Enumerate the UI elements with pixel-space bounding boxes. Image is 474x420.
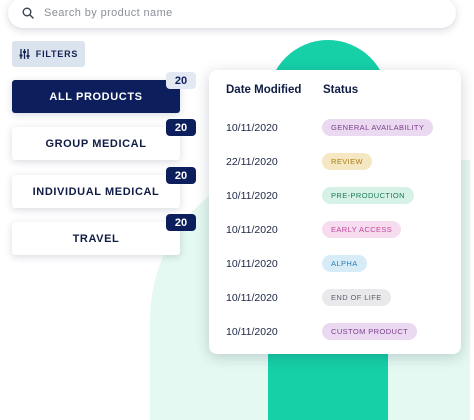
table-row[interactable]: 10/11/2020 CUSTOM PRODUCT xyxy=(209,323,461,343)
search-icon xyxy=(22,7,34,19)
status-badge: ALPHA xyxy=(322,255,367,272)
status-badge: EARLY ACCESS xyxy=(322,221,402,238)
date-modified-cell: 10/11/2020 xyxy=(226,224,278,236)
category-group-medical[interactable]: GROUP MEDICAL xyxy=(12,127,180,160)
category-label: GROUP MEDICAL xyxy=(45,137,147,150)
filters-button[interactable]: FILTERS xyxy=(12,41,85,67)
date-modified-cell: 10/11/2020 xyxy=(226,122,278,134)
date-modified-cell: 10/11/2020 xyxy=(226,190,278,202)
date-modified-cell: 22/11/2020 xyxy=(226,156,278,168)
category-label: INDIVIDUAL MEDICAL xyxy=(32,185,160,198)
category-label: TRAVEL xyxy=(72,232,120,245)
table-row[interactable]: 22/11/2020 REVIEW xyxy=(209,153,461,173)
category-all-products[interactable]: ALL PRODUCTS xyxy=(12,80,180,113)
status-badge: REVIEW xyxy=(322,153,372,170)
sliders-icon xyxy=(19,49,30,59)
category-travel[interactable]: TRAVEL xyxy=(12,222,180,255)
column-header-date-modified[interactable]: Date Modified xyxy=(226,84,301,96)
category-count-badge: 20 xyxy=(166,72,196,89)
table-row[interactable]: 10/11/2020 ALPHA xyxy=(209,255,461,275)
date-modified-cell: 10/11/2020 xyxy=(226,258,278,270)
column-header-status[interactable]: Status xyxy=(323,84,358,96)
products-table: Date Modified Status 10/11/2020 GENERAL … xyxy=(209,70,461,354)
table-row[interactable]: 10/11/2020 EARLY ACCESS xyxy=(209,221,461,241)
category-label: ALL PRODUCTS xyxy=(49,90,143,103)
category-count-badge: 20 xyxy=(166,214,196,231)
category-count-badge: 20 xyxy=(166,119,196,136)
filters-label: FILTERS xyxy=(35,49,79,59)
status-badge: END OF LIFE xyxy=(322,289,391,306)
date-modified-cell: 10/11/2020 xyxy=(226,292,278,304)
table-row[interactable]: 10/11/2020 GENERAL AVAILABILITY xyxy=(209,119,461,139)
table-row[interactable]: 10/11/2020 END OF LIFE xyxy=(209,289,461,309)
status-badge: CUSTOM PRODUCT xyxy=(322,323,418,340)
category-individual-medical[interactable]: INDIVIDUAL MEDICAL xyxy=(12,175,180,208)
search-bar[interactable] xyxy=(8,0,456,28)
status-badge: PRE-PRODUCTION xyxy=(322,187,414,204)
status-badge: GENERAL AVAILABILITY xyxy=(322,119,434,136)
date-modified-cell: 10/11/2020 xyxy=(226,326,278,338)
search-input[interactable] xyxy=(42,6,426,20)
table-row[interactable]: 10/11/2020 PRE-PRODUCTION xyxy=(209,187,461,207)
category-count-badge: 20 xyxy=(166,167,196,184)
